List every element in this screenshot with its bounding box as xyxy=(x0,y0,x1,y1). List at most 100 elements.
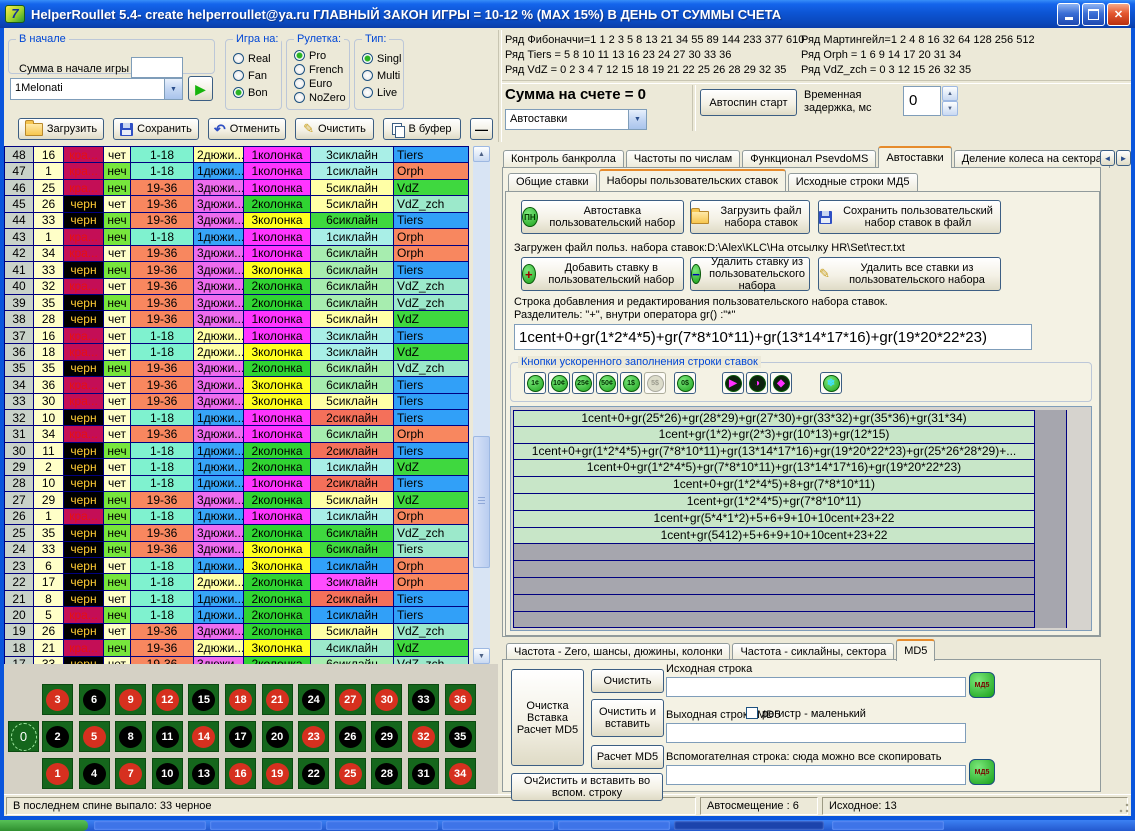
table-row[interactable]: 261кра...неч1-181дюжи...1колонка1сиклайн… xyxy=(5,509,469,525)
close-button[interactable]: ✕ xyxy=(1107,3,1130,26)
quick-button-coin-50c[interactable]: 50¢ xyxy=(596,372,618,394)
board-cell-33[interactable]: 33 xyxy=(408,684,439,715)
radio-french[interactable]: French xyxy=(294,63,349,76)
quick-button-coin-0d[interactable]: 0$ xyxy=(674,372,696,394)
tabs-scroll-left-button[interactable]: ◄ xyxy=(1100,150,1115,166)
tab-общие-ставки[interactable]: Общие ставки xyxy=(508,173,597,191)
tab-контроль-банкролла[interactable]: Контроль банкролла xyxy=(503,150,624,168)
board-cell-32[interactable]: 32 xyxy=(408,721,439,752)
quick-button-coin-10c[interactable]: 10¢ xyxy=(548,372,570,394)
table-row[interactable]: 2433черннеч19-363дюжи...3колонка6сиклайн… xyxy=(5,542,469,558)
board-cell-15[interactable]: 15 xyxy=(188,684,219,715)
scrollbar-down-button[interactable]: ▼ xyxy=(473,648,490,664)
board-cell-5[interactable]: 5 xyxy=(79,721,110,752)
board-cell-26[interactable]: 26 xyxy=(335,721,366,752)
board-cell-4[interactable]: 4 xyxy=(79,758,110,789)
board-cell-3[interactable]: 3 xyxy=(42,684,73,715)
taskbar[interactable] xyxy=(0,820,1135,831)
bet-row[interactable]: 1cent+0+gr(1*2*4*5)+gr(7*8*10*11)+gr(13*… xyxy=(513,460,1091,477)
table-scrollbar[interactable]: ▲ ▼ xyxy=(473,146,490,664)
board-cell-11[interactable]: 11 xyxy=(152,721,183,752)
board-cell-12[interactable]: 12 xyxy=(152,684,183,715)
table-row[interactable]: 3535черннеч19-363дюжи...2колонка6сиклайн… xyxy=(5,361,469,377)
board-cell-28[interactable]: 28 xyxy=(371,758,402,789)
collapse-button[interactable]: — xyxy=(470,118,493,140)
add-bet-button[interactable]: + Добавить ставку в пользовательский наб… xyxy=(521,257,684,291)
radio-singl[interactable]: Singl xyxy=(362,52,403,65)
tab-md5[interactable]: MD5 xyxy=(896,639,935,661)
quick-button-snowflake-icon[interactable]: ❄ xyxy=(820,372,842,394)
table-row[interactable]: 4816кра...чет1-182дюжи...1колонка3сиклай… xyxy=(5,147,469,163)
board-cell-20[interactable]: 20 xyxy=(262,721,293,752)
quick-button-diamond-icon[interactable]: ◆ xyxy=(770,372,792,394)
table-row[interactable]: 3330кра...чет19-363дюжи...3колонка5сикла… xyxy=(5,394,469,410)
board-cell-9[interactable]: 9 xyxy=(115,684,146,715)
table-row[interactable]: 2810чернчет1-181дюжи...1колонка2сиклайнT… xyxy=(5,476,469,492)
clear-button[interactable]: ✎Очистить xyxy=(295,118,374,140)
taskbar-button[interactable] xyxy=(326,821,438,830)
bet-row[interactable]: 1cent+0+gr(1*2*4*5)+8+gr(7*8*10*11) xyxy=(513,477,1091,494)
quick-button-coin-1c[interactable]: 1¢ xyxy=(524,372,546,394)
table-row[interactable]: 292чернчет1-181дюжи...2колонка1сиклайнVd… xyxy=(5,459,469,475)
table-row[interactable]: 431кра...неч1-181дюжи...1колонка1сиклайн… xyxy=(5,229,469,245)
sum-start-input[interactable] xyxy=(131,57,183,78)
table-row[interactable]: 236чернчет1-181дюжи...3колонка1сиклайнOr… xyxy=(5,558,469,574)
radio-fan[interactable]: Fan xyxy=(233,69,281,82)
table-row[interactable]: 205кра...неч1-181дюжи...2колонка1сиклайн… xyxy=(5,607,469,623)
board-cell-35[interactable]: 35 xyxy=(445,721,476,752)
save-set-file-button[interactable]: Сохранить пользовательский набор ставок … xyxy=(818,200,1001,234)
minimize-button[interactable] xyxy=(1057,3,1080,26)
board-cell-25[interactable]: 25 xyxy=(335,758,366,789)
combo-dropdown-button[interactable]: ▼ xyxy=(628,110,646,129)
tab-частоты-по-числам[interactable]: Частоты по числам xyxy=(626,150,740,168)
md5-clear-button[interactable]: Очистить xyxy=(591,669,664,693)
table-row[interactable]: 3935черннеч19-363дюжи...2колонка6сиклайн… xyxy=(5,295,469,311)
bet-row[interactable]: 1cent+gr(5412)+5+6+9+10+10cent+23+22 xyxy=(513,528,1091,545)
board-cell-22[interactable]: 22 xyxy=(298,758,329,789)
quick-button-coin-1d[interactable]: 1$ xyxy=(620,372,642,394)
table-row[interactable]: 4234кра...чет19-363дюжи...1колонка6сикла… xyxy=(5,246,469,262)
board-cell-13[interactable]: 13 xyxy=(188,758,219,789)
lowercase-checkbox[interactable] xyxy=(746,707,758,719)
table-row[interactable]: 4625кра...неч19-363дюжи...1колонка5сикла… xyxy=(5,180,469,196)
md5-clear-paste-button[interactable]: Очистить и вставить xyxy=(591,699,664,737)
load-button[interactable]: Загрузить xyxy=(18,118,104,140)
save-button[interactable]: Сохранить xyxy=(113,118,199,140)
board-cell-31[interactable]: 31 xyxy=(408,758,439,789)
load-set-file-button[interactable]: Загрузить файл набора ставок xyxy=(690,200,810,234)
maximize-button[interactable] xyxy=(1082,3,1105,26)
board-cell-21[interactable]: 21 xyxy=(262,684,293,715)
taskbar-button[interactable] xyxy=(558,821,670,830)
output-string-input[interactable] xyxy=(666,723,966,743)
scrollbar-up-button[interactable]: ▲ xyxy=(473,146,490,162)
spinner-up-button[interactable]: ▲ xyxy=(942,86,958,101)
board-cell-8[interactable]: 8 xyxy=(115,721,146,752)
bet-edit-input[interactable]: 1cent+0+gr(1*2*4*5)+gr(7*8*10*11)+gr(13*… xyxy=(514,324,1032,350)
table-row[interactable]: 3011черннеч1-181дюжи...2колонка2сиклайнT… xyxy=(5,443,469,459)
table-row[interactable]: 3618кра...чет1-182дюжи...3колонка3сиклай… xyxy=(5,344,469,360)
radio-live[interactable]: Live xyxy=(362,86,403,99)
md5-icon-button-1[interactable]: МД5 xyxy=(969,672,995,698)
board-cell-19[interactable]: 19 xyxy=(262,758,293,789)
radio-euro[interactable]: Euro xyxy=(294,77,349,90)
board-cell-14[interactable]: 14 xyxy=(188,721,219,752)
md5-calc-button[interactable]: Расчет MD5 xyxy=(591,745,664,769)
autospin-start-button[interactable]: Автоспин старт xyxy=(700,89,797,116)
bet-row[interactable]: 1cent+0+gr(1*2*4*5)+gr(7*8*10*11)+gr(13*… xyxy=(513,444,1091,461)
tab-исходные-строки-мд5[interactable]: Исходные строки МД5 xyxy=(788,173,918,191)
table-row[interactable]: 2217черннеч1-182дюжи...2колонка3сиклайнO… xyxy=(5,574,469,590)
board-cell-29[interactable]: 29 xyxy=(371,721,402,752)
radio-real[interactable]: Real xyxy=(233,52,281,65)
md5-clear-paste-calc-button[interactable]: Очистка Вставка Расчет MD5 xyxy=(511,669,584,766)
table-row[interactable]: 4032кра...чет19-363дюжи...2колонка6сикла… xyxy=(5,279,469,295)
table-row[interactable]: 2535черннеч19-363дюжи...2колонка6сиклайн… xyxy=(5,525,469,541)
tab-автоставки[interactable]: Автоставки xyxy=(878,146,951,168)
taskbar-button[interactable] xyxy=(442,821,554,830)
table-row[interactable]: 1821кра...неч19-362дюжи...3колонка4сикла… xyxy=(5,640,469,656)
copy-to-buffer-button[interactable]: В буфер xyxy=(383,118,461,140)
bet-row[interactable]: 1cent+gr(5*4*1*2)+5+6+9+10+10cent+23+22 xyxy=(513,511,1091,528)
md5-icon-button-2[interactable]: МД5 xyxy=(969,759,995,785)
table-row[interactable]: 3716кра...чет1-182дюжи...1колонка3сиклай… xyxy=(5,328,469,344)
table-row[interactable]: 218чернчет1-181дюжи...2колонка2сиклайнTi… xyxy=(5,591,469,607)
aux-string-input[interactable] xyxy=(666,765,966,785)
